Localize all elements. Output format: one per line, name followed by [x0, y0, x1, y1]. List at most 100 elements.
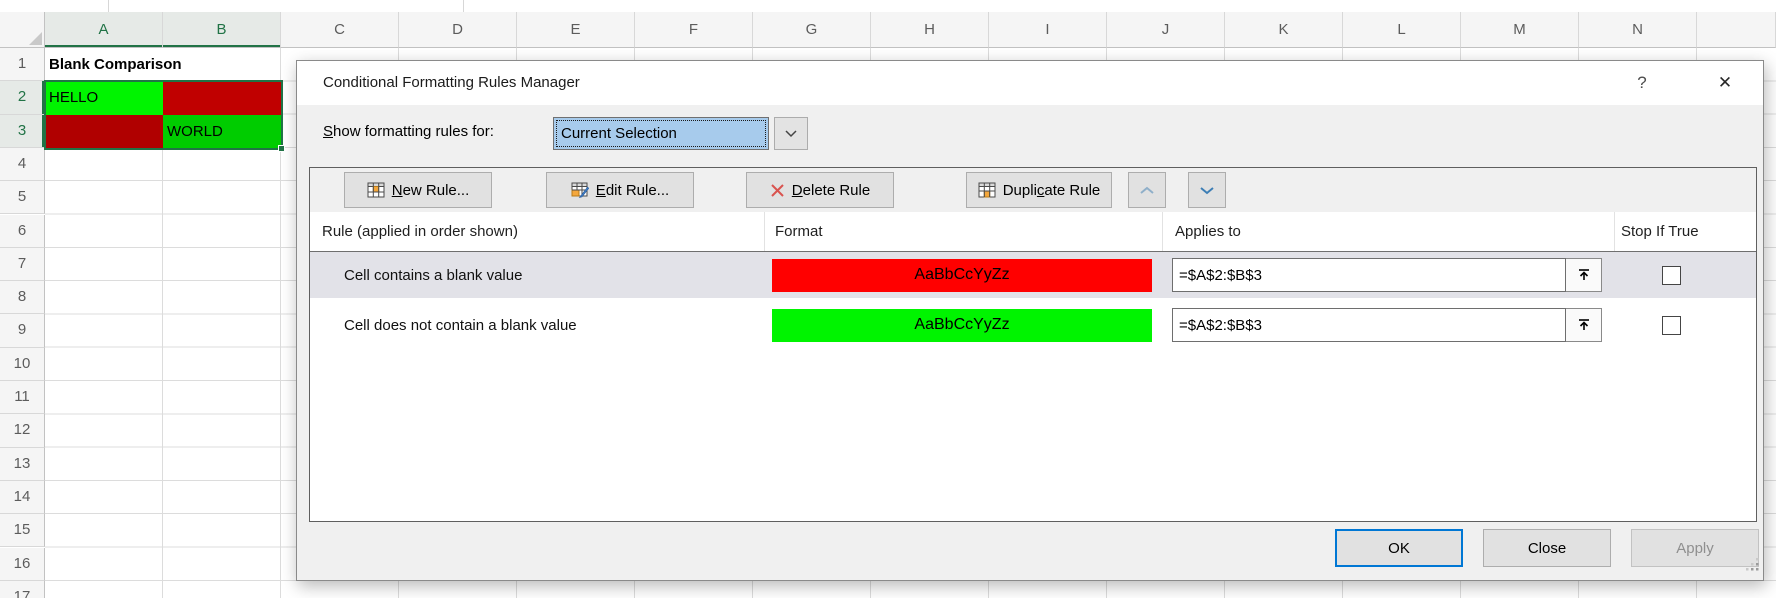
- stop-if-true-checkbox[interactable]: [1662, 316, 1681, 335]
- row-header-16[interactable]: 16: [0, 548, 45, 581]
- move-rule-up-button[interactable]: [1128, 172, 1166, 208]
- stop-if-true-checkbox[interactable]: [1662, 266, 1681, 285]
- range-picker-button[interactable]: [1566, 258, 1602, 292]
- row-header-9[interactable]: 9: [0, 314, 45, 347]
- row-header-17[interactable]: 17: [0, 581, 45, 598]
- column-header-E[interactable]: E: [517, 12, 635, 48]
- edit-rule-label: Edit Rule...: [596, 182, 669, 199]
- table-icon: [367, 182, 385, 198]
- chevron-down-icon: [1199, 186, 1215, 195]
- row-header-7[interactable]: 7: [0, 248, 45, 281]
- delete-rule-button[interactable]: Delete Rule: [746, 172, 894, 208]
- cell-B3[interactable]: WORLD: [163, 115, 281, 148]
- row-header-2[interactable]: 2: [0, 81, 45, 114]
- column-header-B[interactable]: B: [163, 12, 281, 48]
- column-header-partial[interactable]: [1697, 12, 1776, 48]
- row-header-8[interactable]: 8: [0, 281, 45, 314]
- dialog-title: Conditional Formatting Rules Manager: [323, 61, 580, 105]
- delete-rule-label: Delete Rule: [792, 182, 870, 199]
- range-picker-button[interactable]: [1566, 308, 1602, 342]
- close-icon[interactable]: ✕: [1709, 61, 1741, 105]
- formula-bar-remnant: [0, 0, 1776, 12]
- row-header-6[interactable]: 6: [0, 215, 45, 248]
- applies-to-input[interactable]: [1172, 308, 1566, 342]
- row-header-15[interactable]: 15: [0, 514, 45, 547]
- scope-combobox-value: Current Selection: [556, 120, 766, 147]
- rule-stop-cell: [1614, 316, 1756, 335]
- edit-rule-button[interactable]: Edit Rule...: [546, 172, 694, 208]
- chevron-down-icon: [784, 129, 798, 138]
- close-button[interactable]: Close: [1483, 529, 1611, 567]
- row-header-14[interactable]: 14: [0, 481, 45, 514]
- cell-A2-text: HELLO: [49, 89, 98, 106]
- row-header-12[interactable]: 12: [0, 414, 45, 447]
- cell-B2[interactable]: [163, 81, 281, 114]
- new-rule-button[interactable]: New Rule...: [344, 172, 492, 208]
- column-header-N[interactable]: N: [1579, 12, 1697, 48]
- table-edit-icon: [571, 182, 589, 198]
- rule-stop-cell: [1614, 266, 1756, 285]
- resize-grip-icon[interactable]: [1746, 558, 1760, 577]
- rule-row-not-blank[interactable]: Cell does not contain a blank value AaBb…: [310, 302, 1756, 348]
- rule-format-cell: AaBbCcYyZz: [764, 309, 1162, 342]
- rule-row-blank[interactable]: Cell contains a blank value AaBbCcYyZz: [310, 252, 1756, 298]
- row-header-1[interactable]: 1: [0, 48, 45, 81]
- rules-panel: New Rule... Edit Rule...: [309, 167, 1757, 522]
- collapse-dialog-icon: [1576, 267, 1592, 283]
- ok-button[interactable]: OK: [1335, 529, 1463, 567]
- divider: [463, 0, 464, 12]
- column-header-H[interactable]: H: [871, 12, 989, 48]
- row-header-11[interactable]: 11: [0, 381, 45, 414]
- header-applies-to-column: Applies to: [1162, 212, 1614, 251]
- row-header-5[interactable]: 5: [0, 181, 45, 214]
- column-header-F[interactable]: F: [635, 12, 753, 48]
- column-header-K[interactable]: K: [1225, 12, 1343, 48]
- conditional-formatting-rules-manager-dialog: Conditional Formatting Rules Manager ? ✕…: [296, 60, 1764, 581]
- applies-to-input[interactable]: [1172, 258, 1566, 292]
- column-header-L[interactable]: L: [1343, 12, 1461, 48]
- rules-toolbar: New Rule... Edit Rule...: [310, 168, 1756, 212]
- rule-name: Cell contains a blank value: [310, 267, 764, 284]
- duplicate-rule-label: Duplicate Rule: [1003, 182, 1101, 199]
- red-x-icon: [770, 183, 785, 198]
- column-header-G[interactable]: G: [753, 12, 871, 48]
- row-header-13[interactable]: 13: [0, 448, 45, 481]
- cell-A1[interactable]: Blank Comparison: [45, 48, 275, 80]
- rules-list-header: Rule (applied in order shown) Format App…: [310, 212, 1756, 252]
- dialog-titlebar[interactable]: Conditional Formatting Rules Manager ? ✕: [297, 61, 1763, 105]
- show-formatting-rules-label: Show formatting rules for:: [323, 123, 494, 140]
- new-rule-label: New Rule...: [392, 182, 470, 199]
- divider: [108, 0, 109, 12]
- cell-A3[interactable]: [45, 115, 163, 148]
- cell-A2[interactable]: HELLO: [45, 81, 163, 114]
- excel-screen: ABCDEFGHIJKLMN 1234567891011121314151617…: [0, 0, 1776, 598]
- column-header-J[interactable]: J: [1107, 12, 1225, 48]
- header-rule-column: Rule (applied in order shown): [310, 212, 764, 251]
- column-header-D[interactable]: D: [399, 12, 517, 48]
- scope-combobox[interactable]: Current Selection: [553, 117, 769, 150]
- column-header-I[interactable]: I: [989, 12, 1107, 48]
- rule-applies-cell: [1162, 258, 1614, 292]
- row-header-3[interactable]: 3: [0, 115, 45, 148]
- move-rule-down-button[interactable]: [1188, 172, 1226, 208]
- table-icon: [978, 182, 996, 198]
- column-header-M[interactable]: M: [1461, 12, 1579, 48]
- chevron-up-icon: [1139, 186, 1155, 195]
- header-stop-if-true-column: Stop If True: [1614, 212, 1756, 251]
- format-preview: AaBbCcYyZz: [772, 309, 1152, 342]
- rule-applies-cell: [1162, 308, 1614, 342]
- apply-button[interactable]: Apply: [1631, 529, 1759, 567]
- select-all-corner[interactable]: [0, 12, 45, 48]
- duplicate-rule-button[interactable]: Duplicate Rule: [966, 172, 1112, 208]
- cell-A1-text: Blank Comparison: [49, 56, 182, 73]
- column-header-C[interactable]: C: [281, 12, 399, 48]
- scope-combobox-dropdown-button[interactable]: [774, 117, 808, 150]
- row-header-10[interactable]: 10: [0, 348, 45, 381]
- collapse-dialog-icon: [1576, 317, 1592, 333]
- column-header-A[interactable]: A: [45, 12, 163, 48]
- cell-B3-text: WORLD: [167, 123, 223, 140]
- row-header-4[interactable]: 4: [0, 148, 45, 181]
- help-icon[interactable]: ?: [1627, 61, 1657, 105]
- rule-name: Cell does not contain a blank value: [310, 317, 764, 334]
- header-format-column: Format: [764, 212, 1162, 251]
